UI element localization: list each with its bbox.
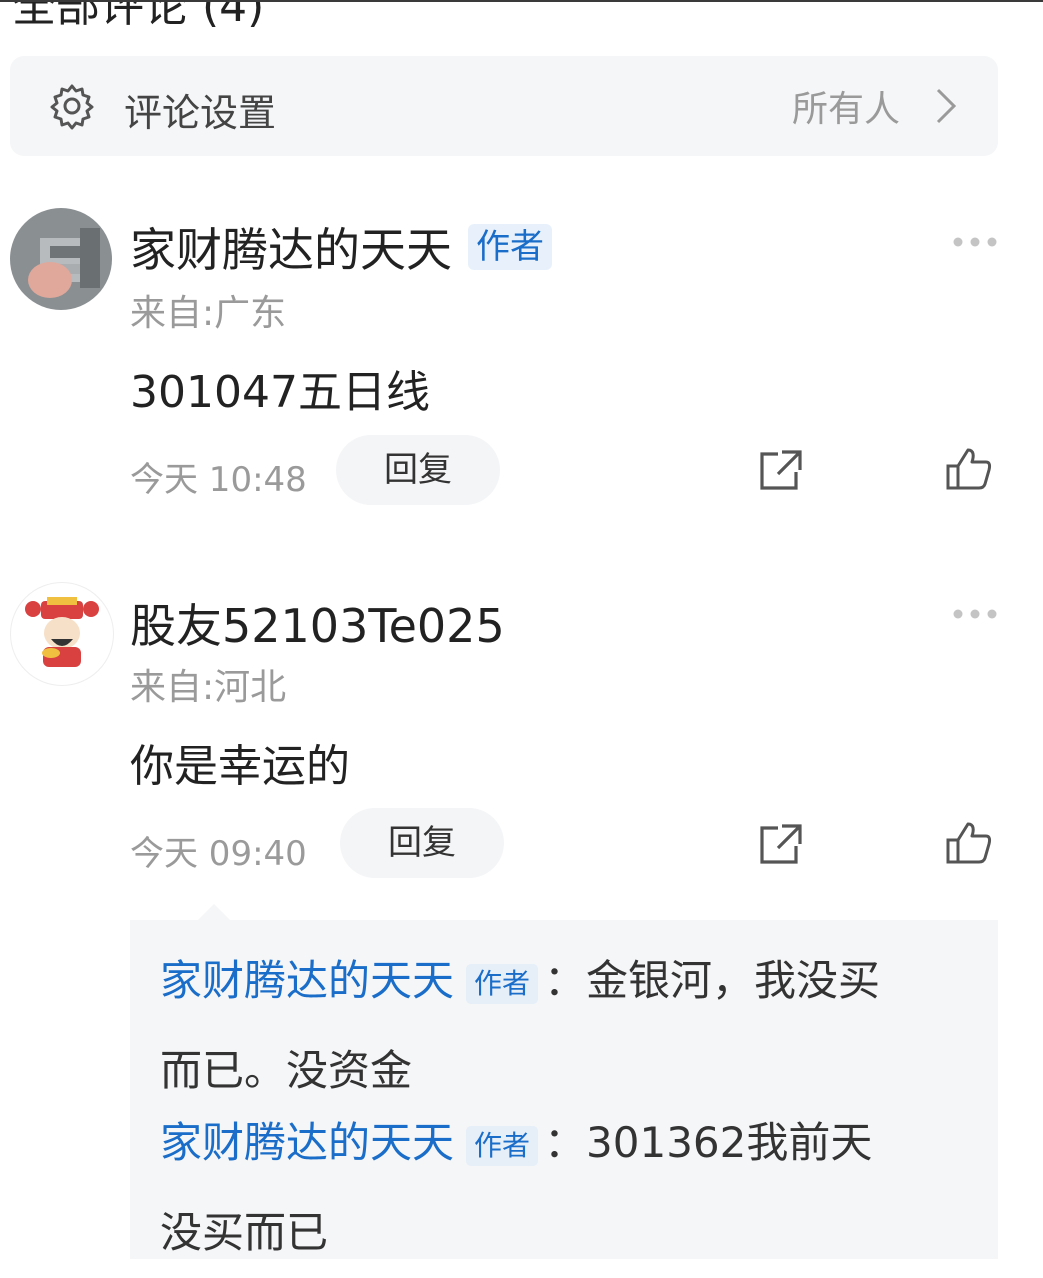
share-button[interactable] bbox=[756, 822, 804, 868]
reply-text: ：301362我前天 bbox=[544, 1118, 873, 1167]
thread-pointer bbox=[198, 904, 230, 920]
settings-value: 所有人 bbox=[791, 89, 900, 130]
share-icon bbox=[760, 450, 802, 490]
author-badge: 作者 bbox=[468, 224, 552, 270]
like-button[interactable] bbox=[944, 820, 992, 866]
gear-icon bbox=[50, 84, 94, 130]
settings-label: 评论设置 bbox=[124, 91, 277, 135]
reply-text: ：金银河，我没买 bbox=[544, 956, 881, 1005]
chevron-right-icon bbox=[936, 88, 957, 124]
reply-author-name[interactable]: 家财腾达的天天 bbox=[160, 956, 454, 1005]
commenter-location: 来自:河北 bbox=[130, 667, 287, 708]
like-button[interactable] bbox=[944, 446, 992, 492]
comment-text: 301047五日线 bbox=[130, 367, 430, 418]
comment-time: 今天 09:40 bbox=[130, 834, 307, 874]
reply-button[interactable]: 回复 bbox=[340, 808, 504, 878]
reply-button[interactable]: 回复 bbox=[336, 435, 500, 505]
thread-reply[interactable]: 家财腾达的天天 作者 ：301362我前天 没买而已 bbox=[160, 1098, 980, 1278]
share-button[interactable] bbox=[756, 448, 804, 494]
reply-text: 而已。没资金 bbox=[160, 1046, 413, 1095]
more-dots-icon[interactable] bbox=[952, 236, 998, 248]
avatar[interactable] bbox=[10, 582, 114, 686]
comment-text: 你是幸运的 bbox=[130, 741, 350, 792]
thread-reply[interactable]: 家财腾达的天天 作者 ：金银河，我没买 而已。没资金 bbox=[160, 936, 980, 1116]
reply-thread[interactable]: 家财腾达的天天 作者 ：金银河，我没买 而已。没资金 家财腾达的天天 作者 ：30136… bbox=[130, 920, 998, 1259]
reply-text: 没买而已 bbox=[160, 1208, 329, 1257]
thumbs-up-icon bbox=[946, 822, 992, 864]
author-badge: 作者 bbox=[466, 1125, 539, 1166]
header-divider bbox=[0, 0, 1043, 2]
comment-time: 今天 10:48 bbox=[130, 460, 307, 500]
commenter-name[interactable]: 股友52103Te025 bbox=[130, 599, 505, 653]
comment-header: 家财腾达的天天 作者 bbox=[130, 214, 552, 280]
author-badge: 作者 bbox=[466, 963, 539, 1004]
comment-settings-row[interactable]: 评论设置 所有人 bbox=[10, 56, 998, 156]
thumbs-up-icon bbox=[946, 448, 992, 490]
commenter-name[interactable]: 家财腾达的天天 bbox=[130, 214, 452, 280]
commenter-location: 来自:广东 bbox=[130, 293, 287, 334]
page-title: 全部评论 (4) bbox=[12, 0, 265, 32]
avatar[interactable] bbox=[10, 208, 112, 310]
comment-header: 股友52103Te025 bbox=[130, 590, 505, 656]
share-icon bbox=[760, 824, 802, 864]
more-dots-icon[interactable] bbox=[952, 608, 998, 620]
reply-author-name[interactable]: 家财腾达的天天 bbox=[160, 1118, 454, 1167]
